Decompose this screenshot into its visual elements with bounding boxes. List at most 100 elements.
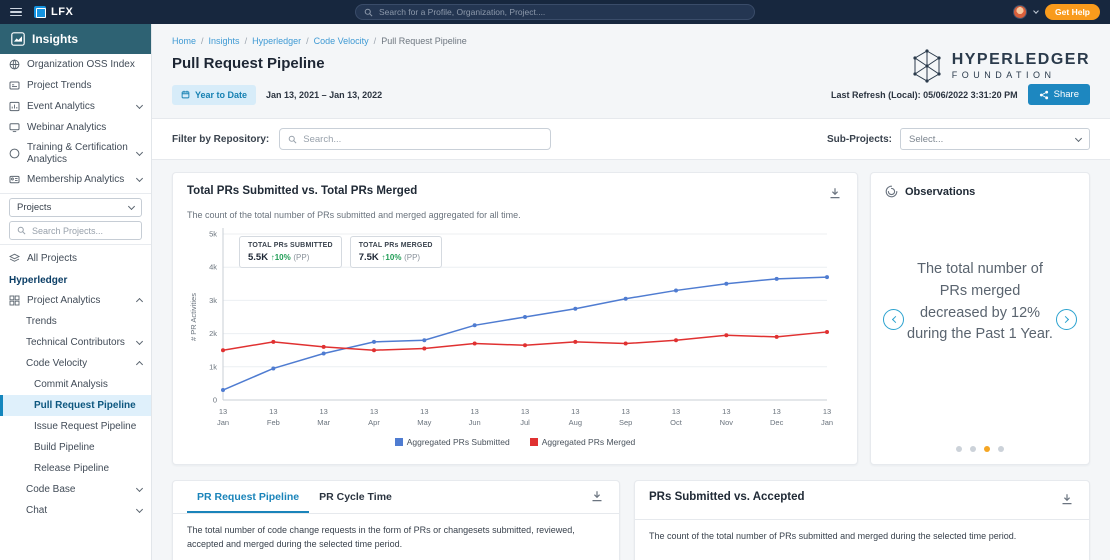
sidebar-item-label: Commit Analysis xyxy=(34,378,108,390)
svg-text:13: 13 xyxy=(319,407,327,416)
global-search-input[interactable] xyxy=(379,7,746,17)
pr-chart-area: TOTAL PRs SUBMITTED 5.5K ↑10% (PP) TOTAL… xyxy=(187,222,843,435)
svg-text:13: 13 xyxy=(269,407,277,416)
previous-observation-button[interactable] xyxy=(883,309,904,330)
sidebar-item-trends[interactable]: Trends xyxy=(0,311,151,332)
repo-search-input[interactable] xyxy=(303,133,543,145)
svg-text:Jan: Jan xyxy=(821,418,833,427)
sidebar-item-organization-oss-index[interactable]: Organization OSS Index xyxy=(0,54,151,75)
prs-submitted-accepted-title: PRs Submitted vs. Accepted xyxy=(649,491,805,503)
pr-chart-card-header: Total PRs Submitted vs. Total PRs Merged xyxy=(187,185,843,204)
sidebar-item-pull-request-pipeline[interactable]: Pull Request Pipeline xyxy=(0,395,151,416)
download-icon[interactable] xyxy=(589,488,605,507)
sidebar-item-event-analytics[interactable]: Event Analytics xyxy=(0,96,151,117)
filter-bar: Filter by Repository: Sub-Projects: Sele… xyxy=(152,118,1110,160)
legend-swatch xyxy=(529,438,538,446)
svg-text:13: 13 xyxy=(621,407,629,416)
sidebar-item-membership-analytics[interactable]: Membership Analytics xyxy=(0,169,151,190)
svg-text:1k: 1k xyxy=(209,362,217,371)
sidebar-item-label: Organization OSS Index xyxy=(27,58,135,70)
chevron-down-icon xyxy=(135,174,144,183)
sidebar-item-all-projects[interactable]: All Projects xyxy=(0,248,151,269)
sidebar-item-technical-contributors[interactable]: Technical Contributors xyxy=(0,332,151,353)
legend-label: Aggregated PRs Submitted xyxy=(406,437,510,447)
app-root: LFX Get Help Insights Organization OSS I… xyxy=(0,0,1110,560)
topbar-right: Get Help xyxy=(1013,4,1100,20)
stat-value: 5.5K xyxy=(248,252,269,263)
pr-chart-title: Total PRs Submitted vs. Total PRs Merged xyxy=(187,185,418,197)
sidebar-item-label: Release Pipeline xyxy=(34,462,110,474)
observations-header: Observations xyxy=(871,173,1089,210)
sidebar-item-release-pipeline[interactable]: Release Pipeline xyxy=(0,458,151,479)
svg-text:4k: 4k xyxy=(209,263,217,272)
chart-legend: Aggregated PRs Submitted Aggregated PRs … xyxy=(187,437,843,447)
chevron-down-icon xyxy=(135,505,144,514)
breadcrumb-link[interactable]: Code Velocity xyxy=(314,36,369,46)
get-help-button[interactable]: Get Help xyxy=(1045,4,1100,20)
svg-text:Aug: Aug xyxy=(569,418,582,427)
download-icon[interactable] xyxy=(827,185,843,204)
year-to-date-label: Year to Date xyxy=(195,89,248,100)
menu-icon[interactable] xyxy=(10,7,22,17)
svg-text:Jun: Jun xyxy=(469,418,481,427)
chevron-right-icon xyxy=(1061,315,1069,324)
subprojects-label: Sub-Projects: xyxy=(826,133,892,145)
svg-text:# PR Activities: # PR Activities xyxy=(189,293,198,341)
global-search[interactable] xyxy=(355,4,755,20)
svg-text:Apr: Apr xyxy=(368,418,380,427)
breadcrumb-link[interactable]: Insights xyxy=(209,36,240,46)
subprojects-select[interactable]: Select... xyxy=(900,128,1090,150)
legend-item-submitted[interactable]: Aggregated PRs Submitted xyxy=(394,437,510,447)
observation-dot[interactable] xyxy=(956,446,962,452)
lfx-logo[interactable]: LFX xyxy=(34,6,73,18)
pipeline-tabs: PR Request Pipeline PR Cycle Time xyxy=(173,481,619,514)
stat-delta: ↑10% xyxy=(381,253,402,262)
sidebar-item-chat[interactable]: Chat xyxy=(0,500,151,521)
sidebar-item-issue-request-pipeline[interactable]: Issue Request Pipeline xyxy=(0,416,151,437)
svg-text:Feb: Feb xyxy=(267,418,280,427)
chevron-down-icon xyxy=(135,484,144,493)
download-icon[interactable] xyxy=(1059,491,1075,510)
search-icon xyxy=(288,135,297,143)
observation-text: The total number of PRs merged decreased… xyxy=(907,261,1053,343)
avatar[interactable] xyxy=(1013,5,1028,19)
sidebar-item-webinar-analytics[interactable]: Webinar Analytics xyxy=(0,117,151,138)
svg-text:Nov: Nov xyxy=(720,418,734,427)
sidebar-item-project-analytics[interactable]: Project Analytics xyxy=(0,290,151,311)
svg-text:Jul: Jul xyxy=(520,418,530,427)
svg-text:13: 13 xyxy=(470,407,478,416)
sidebar-item-commit-analysis[interactable]: Commit Analysis xyxy=(0,374,151,395)
controls-row: Year to Date Jan 13, 2021 – Jan 13, 2022… xyxy=(172,84,1090,105)
observation-dot[interactable] xyxy=(984,446,990,452)
sidebar-item-label: Webinar Analytics xyxy=(27,121,107,133)
next-observation-button[interactable] xyxy=(1056,309,1077,330)
year-to-date-button[interactable]: Year to Date xyxy=(172,84,257,105)
monitor-icon xyxy=(9,123,20,133)
project-search[interactable] xyxy=(9,221,142,240)
hyperledger-logo-icon xyxy=(913,49,941,83)
breadcrumb-link[interactable]: Hyperledger xyxy=(252,36,301,46)
breadcrumb-current: Pull Request Pipeline xyxy=(381,36,467,46)
sidebar-item-code-base[interactable]: Code Base xyxy=(0,479,151,500)
share-button[interactable]: Share xyxy=(1027,84,1090,105)
observation-dot[interactable] xyxy=(998,446,1004,452)
chevron-down-icon[interactable] xyxy=(1033,8,1039,14)
insights-icon xyxy=(11,32,25,46)
sidebar-item-project-trends[interactable]: Project Trends xyxy=(0,75,151,96)
legend-item-merged[interactable]: Aggregated PRs Merged xyxy=(529,437,635,447)
observation-dot[interactable] xyxy=(970,446,976,452)
svg-text:May: May xyxy=(417,418,431,427)
repo-search[interactable] xyxy=(279,128,552,150)
sidebar-item-build-pipeline[interactable]: Build Pipeline xyxy=(0,437,151,458)
breadcrumb-link[interactable]: Home xyxy=(172,36,196,46)
project-search-input[interactable] xyxy=(32,225,134,236)
sidebar-item-code-velocity[interactable]: Code Velocity xyxy=(0,353,151,374)
page-header: Home / Insights / Hyperledger / Code Veloci… xyxy=(152,24,1110,105)
sidebar-item-label: Training & Certification Analytics xyxy=(27,142,128,165)
projects-select[interactable]: Projects xyxy=(9,198,142,217)
svg-text:13: 13 xyxy=(571,407,579,416)
sidebar-item-training-certification-analytics[interactable]: Training & Certification Analytics xyxy=(0,138,151,169)
tab-pr-cycle-time[interactable]: PR Cycle Time xyxy=(309,481,402,513)
tab-pr-request-pipeline[interactable]: PR Request Pipeline xyxy=(187,481,310,513)
stat-boxes: TOTAL PRs SUBMITTED 5.5K ↑10% (PP) TOTAL… xyxy=(239,236,442,268)
